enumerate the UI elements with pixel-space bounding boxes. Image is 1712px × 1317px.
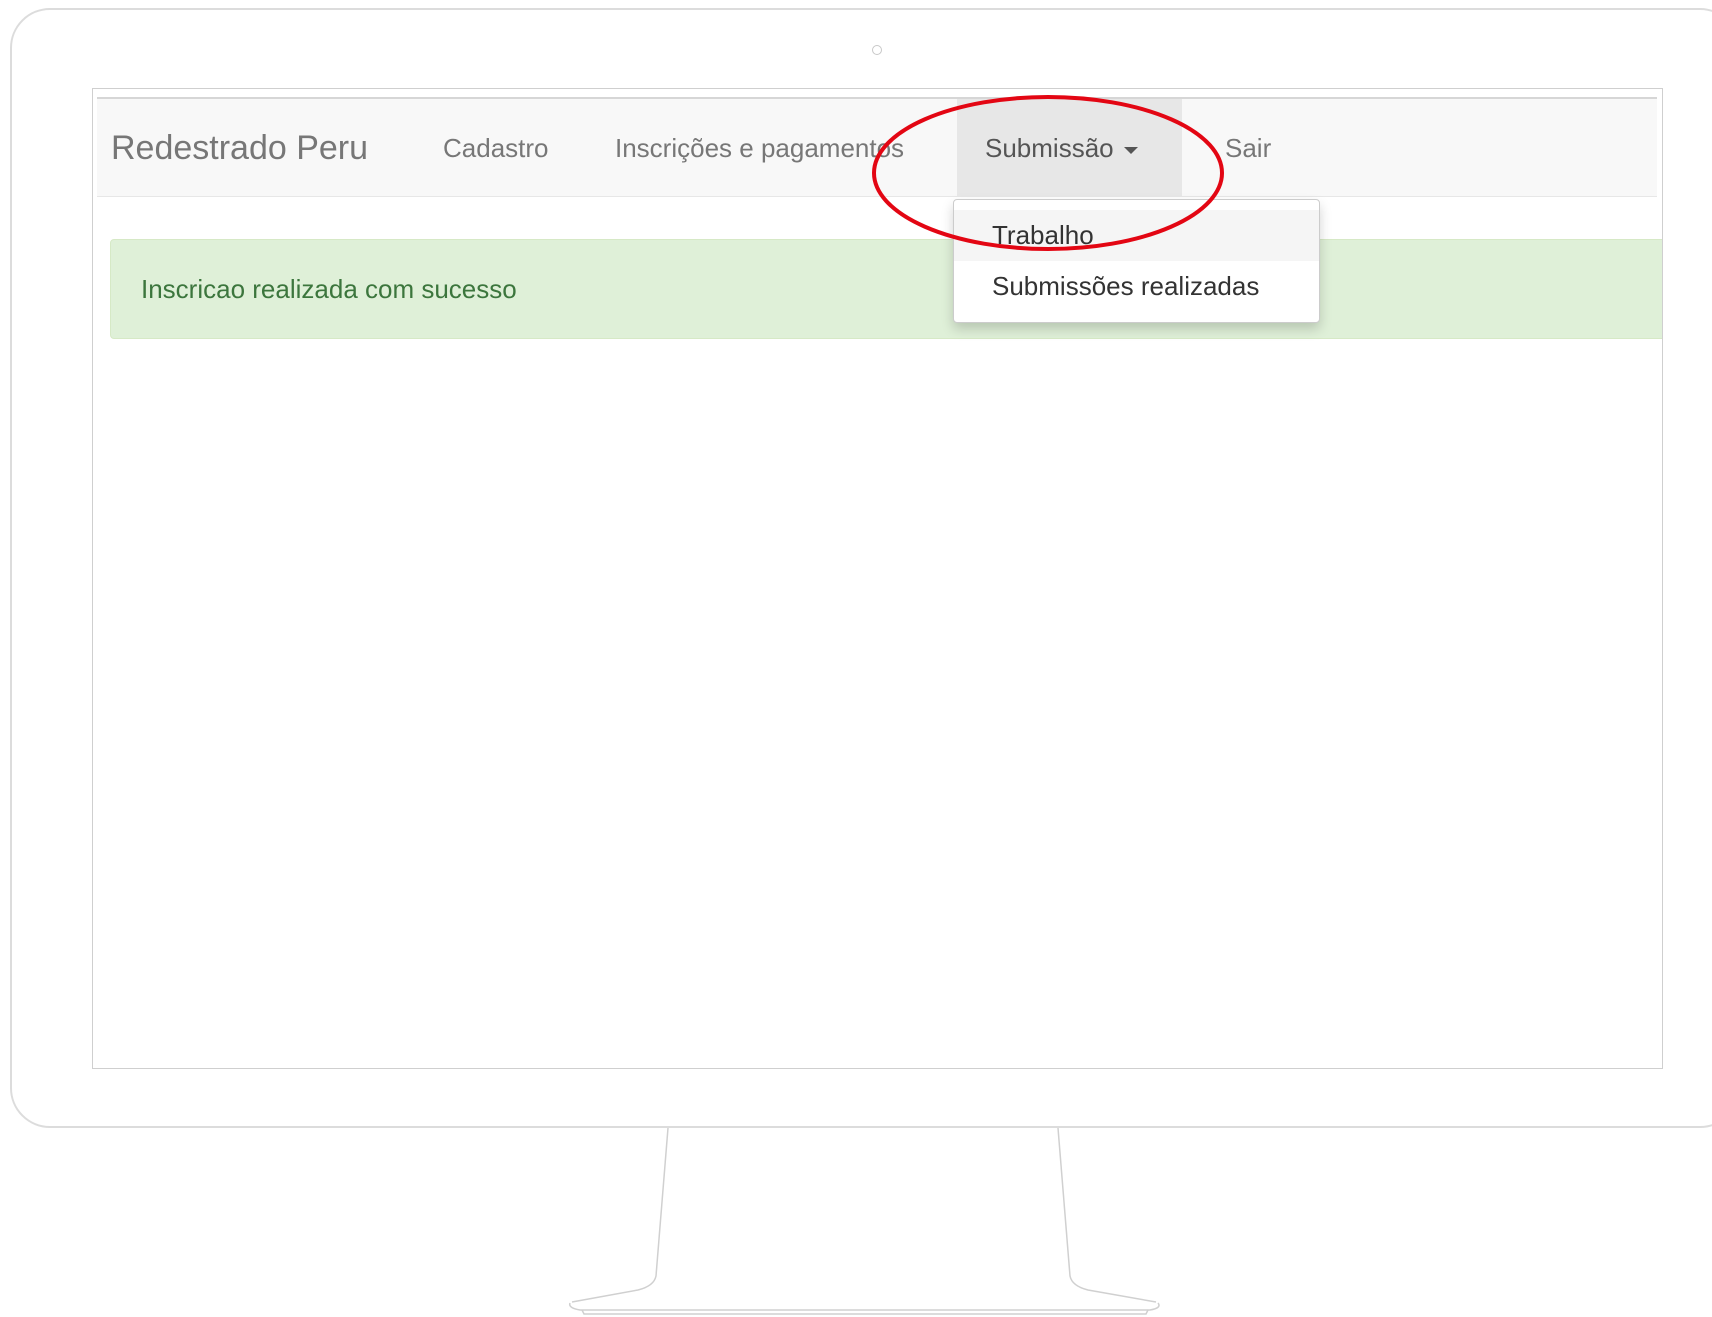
camera-dot — [872, 45, 882, 55]
browser-screen: Redestrado Peru Cadastro Inscrições e pa… — [92, 88, 1663, 1069]
navbar: Redestrado Peru Cadastro Inscrições e pa… — [97, 97, 1657, 197]
nav-item-inscricoes[interactable]: Inscrições e pagamentos — [587, 99, 932, 197]
dropdown-item-submissoes-realizadas[interactable]: Submissões realizadas — [954, 261, 1319, 312]
nav-item-cadastro[interactable]: Cadastro — [415, 99, 577, 197]
monitor-frame: Redestrado Peru Cadastro Inscrições e pa… — [10, 8, 1712, 1128]
monitor-stand — [568, 1127, 1160, 1315]
stand-neck-right — [1057, 1127, 1157, 1303]
stand-base — [568, 1302, 1160, 1311]
success-alert: Inscricao realizada com sucesso — [110, 239, 1662, 339]
nav-item-submissao[interactable]: Submissão — [957, 99, 1182, 197]
navbar-brand[interactable]: Redestrado Peru — [111, 129, 368, 168]
stand-neck — [571, 1127, 669, 1303]
nav-item-sair[interactable]: Sair — [1197, 99, 1299, 197]
nav-item-submissao-label: Submissão — [985, 133, 1114, 163]
caret-down-icon — [1123, 146, 1138, 154]
alert-message: Inscricao realizada com sucesso — [141, 274, 517, 304]
submissao-dropdown-menu: Trabalho Submissões realizadas — [953, 199, 1320, 323]
dropdown-item-trabalho[interactable]: Trabalho — [954, 210, 1319, 261]
